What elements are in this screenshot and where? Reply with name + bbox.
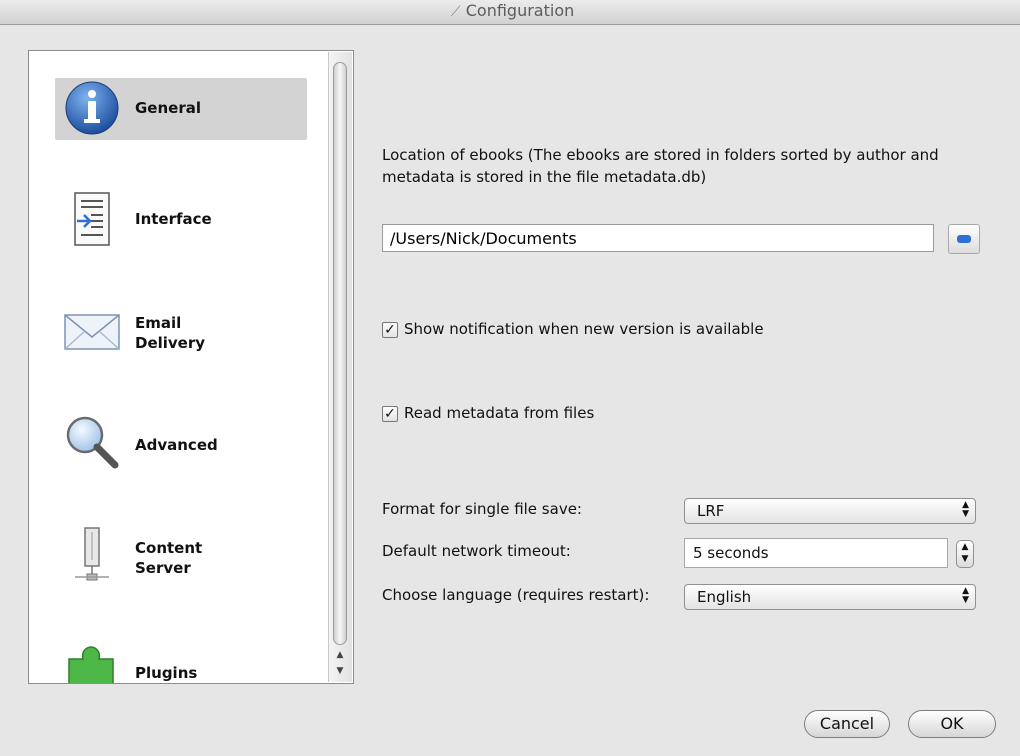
sidebar-item-label: Interface	[135, 210, 212, 228]
category-sidebar: General Interface Email Delivery Advance…	[28, 50, 354, 684]
scroll-up-arrow-icon[interactable]: ▲	[332, 648, 348, 662]
ebook-location-input[interactable]	[382, 224, 934, 252]
language-label: Choose language (requires restart):	[382, 586, 650, 604]
sidebar-item-advanced[interactable]: Advanced	[55, 413, 307, 475]
sidebar-item-content-server[interactable]: Content Server	[55, 526, 307, 588]
timeout-field[interactable]: 5 seconds	[684, 538, 948, 568]
magnifier-icon	[66, 416, 119, 469]
format-select-value: LRF	[697, 502, 725, 520]
scrollbar-thumb[interactable]	[333, 62, 347, 645]
timeout-label: Default network timeout:	[382, 542, 571, 560]
window-title: ⟋ Configuration	[0, 0, 1020, 24]
up-down-arrows-icon: ▲ ▼	[962, 500, 969, 519]
format-label: Format for single file save:	[382, 500, 582, 518]
sidebar-item-interface[interactable]: Interface	[55, 189, 307, 251]
sidebar-item-email-delivery[interactable]: Email Delivery	[55, 301, 307, 363]
sidebar-scrollbar[interactable]: ▲ ▼	[328, 52, 352, 682]
sidebar-item-label-line2: Delivery	[135, 334, 206, 352]
puzzle-piece-icon	[68, 646, 114, 683]
sidebar-item-label: Email	[135, 314, 182, 332]
wand-icon: ⟋	[450, 4, 461, 20]
sidebar-item-label: General	[135, 99, 201, 117]
window-title-text: Configuration	[465, 1, 575, 20]
scroll-down-arrow-icon[interactable]: ▼	[332, 664, 348, 678]
language-select-value: English	[697, 588, 752, 606]
format-select[interactable]: LRF ▲ ▼	[684, 498, 976, 524]
server-icon	[75, 527, 109, 581]
show-notification-checkbox[interactable]: ✓	[382, 322, 398, 338]
sidebar-item-plugins[interactable]: Plugins	[55, 637, 307, 683]
interface-document-icon	[74, 192, 110, 246]
read-metadata-label: Read metadata from files	[404, 404, 595, 422]
folder-icon	[957, 235, 971, 243]
envelope-icon	[64, 314, 120, 350]
ebook-location-description: Location of ebooks (The ebooks are store…	[382, 146, 939, 186]
show-notification-label: Show notification when new version is av…	[404, 320, 764, 338]
timeout-value: 5 seconds	[693, 544, 769, 562]
sidebar-item-label: Advanced	[135, 436, 218, 454]
browse-location-button[interactable]	[948, 224, 980, 254]
ok-button[interactable]: OK	[908, 710, 996, 738]
sidebar-item-label: Plugins	[135, 664, 198, 682]
cancel-button[interactable]: Cancel	[804, 710, 890, 738]
up-down-arrows-icon: ▲ ▼	[962, 586, 969, 605]
language-select[interactable]: English ▲ ▼	[684, 584, 976, 610]
sidebar-item-general[interactable]: General	[55, 78, 307, 140]
info-icon	[65, 81, 119, 135]
read-metadata-checkbox[interactable]: ✓	[382, 406, 398, 422]
title-bar: ⟋ Configuration	[0, 0, 1020, 25]
sidebar-item-label: Content	[135, 539, 203, 557]
timeout-stepper[interactable]: ▲ ▼	[956, 540, 974, 568]
sidebar-item-label-line2: Server	[135, 559, 191, 577]
